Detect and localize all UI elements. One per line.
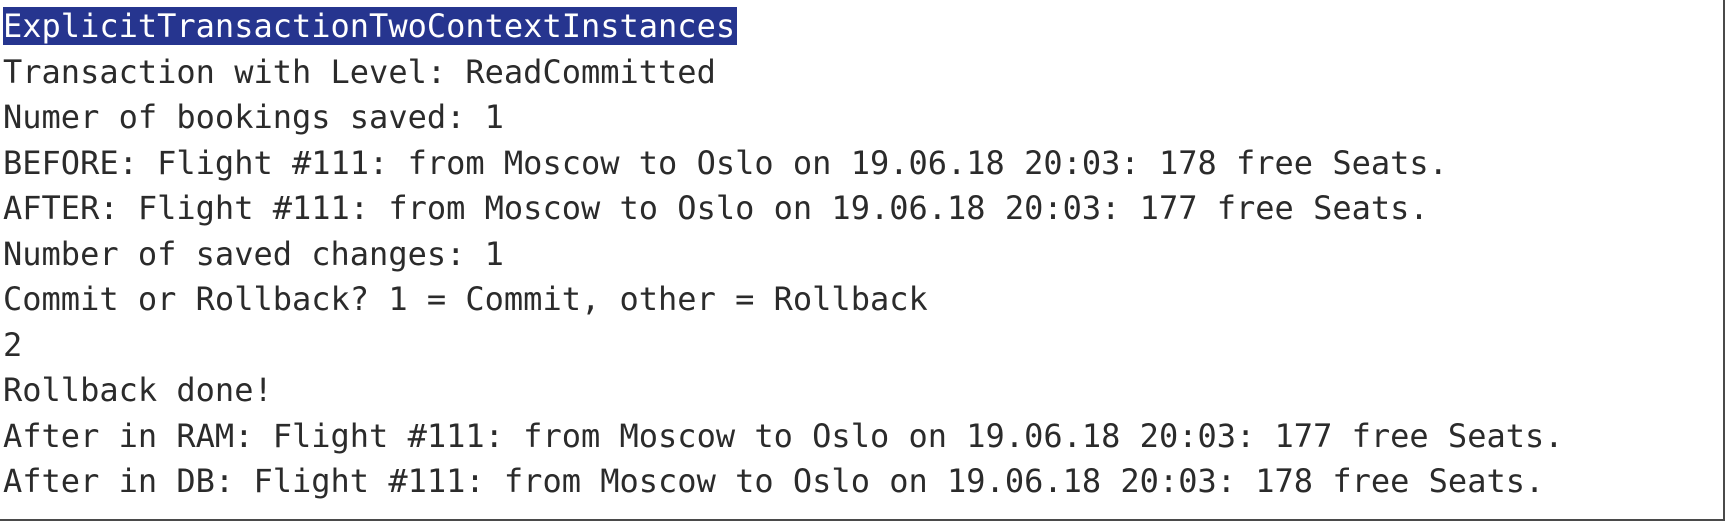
console-line-prompt: Commit or Rollback? 1 = Commit, other = …	[3, 280, 928, 318]
console-line-title[interactable]: ExplicitTransactionTwoContextInstances	[3, 4, 1564, 50]
console-line-user-input[interactable]: 2	[3, 323, 1564, 369]
console-line: Number of saved changes: 1	[3, 234, 504, 273]
console-output: ExplicitTransactionTwoContextInstances T…	[3, 4, 1564, 505]
console-line: After in DB: Flight #111: from Moscow to…	[3, 462, 1545, 500]
console-line: Numer of bookings saved: 1	[3, 98, 504, 136]
console-line: AFTER: Flight #111: from Moscow to Oslo …	[3, 189, 1429, 227]
console-line: Transaction with Level: ReadCommitted	[3, 52, 716, 91]
console-line: BEFORE: Flight #111: from Moscow to Oslo…	[3, 143, 1448, 182]
console-line: After in RAM: Flight #111: from Moscow t…	[3, 416, 1564, 455]
selected-text[interactable]: ExplicitTransactionTwoContextInstances	[3, 7, 738, 45]
console-line: Rollback done!	[3, 371, 273, 409]
console-window: ExplicitTransactionTwoContextInstances T…	[0, 0, 1725, 521]
